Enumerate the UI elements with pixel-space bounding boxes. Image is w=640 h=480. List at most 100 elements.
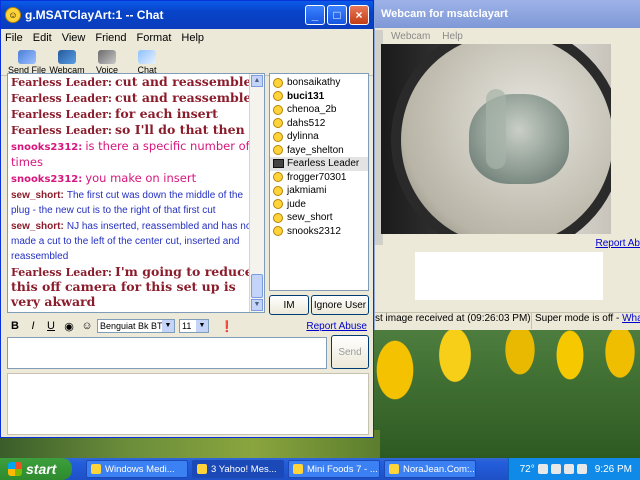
- italic-button[interactable]: I: [25, 320, 41, 332]
- super-mode-status: Super mode is off - What's th: [532, 313, 640, 329]
- chat-message: sew_short: NJ has inserted, reassembled …: [11, 219, 261, 264]
- chat-toolbar: Send File Webcam Voice Chat: [1, 47, 373, 76]
- message-nick[interactable]: Fearless Leader:: [11, 76, 112, 89]
- user-list-item[interactable]: jakmiami: [270, 184, 368, 198]
- smiley-icon: [273, 172, 283, 183]
- menu-help[interactable]: Help: [181, 32, 204, 44]
- menu-file[interactable]: File: [5, 32, 23, 44]
- task-windows-media[interactable]: Windows Medi...: [86, 460, 188, 478]
- menu-help[interactable]: Help: [442, 31, 463, 42]
- underline-button[interactable]: U: [43, 320, 59, 332]
- scroll-up-arrow[interactable]: ▲: [251, 75, 263, 87]
- size-select[interactable]: 11 ▼: [179, 319, 209, 333]
- message-nick[interactable]: snooks2312:: [11, 142, 82, 153]
- font-select[interactable]: Benguiat Bk BT ▼: [97, 319, 175, 333]
- start-button[interactable]: start: [0, 458, 72, 480]
- font-select-value: Benguiat Bk BT: [100, 321, 163, 331]
- color-palette-icon[interactable]: ◉: [61, 320, 77, 333]
- user-list-item[interactable]: dahs512: [270, 117, 368, 131]
- user-list-item[interactable]: Fearless Leader: [270, 157, 368, 171]
- im-button[interactable]: IM: [269, 295, 309, 315]
- chat-scrollbar[interactable]: ▲ ▼: [249, 74, 264, 312]
- webcam-button[interactable]: Webcam: [47, 50, 87, 75]
- webcam-titlebar[interactable]: Webcam for msatclayart: [375, 0, 640, 28]
- chat-button[interactable]: Chat: [127, 50, 167, 75]
- chat-titlebar[interactable]: ☺ g.MSATClayArt:1 -- Chat _ □ ×: [1, 1, 373, 29]
- weather-temp[interactable]: 72°: [520, 464, 535, 475]
- bold-button[interactable]: B: [7, 320, 23, 332]
- send-file-button[interactable]: Send File: [7, 50, 47, 75]
- message-nick[interactable]: sew_short:: [11, 221, 64, 232]
- tray-icon[interactable]: [537, 464, 548, 474]
- user-list-item[interactable]: jude: [270, 198, 368, 212]
- user-list[interactable]: bonsaikathy buci131 chenoa_2b dahs512 dylinn…: [269, 73, 369, 291]
- task-label: Windows Medi...: [105, 463, 175, 475]
- chat-menubar: File Edit View Friend Format Help: [1, 29, 373, 47]
- close-button[interactable]: ×: [349, 5, 369, 25]
- chat-transcript[interactable]: Fearless Leader: cut and reassemble Fearl…: [7, 73, 265, 313]
- scroll-down-arrow[interactable]: ▼: [251, 299, 263, 311]
- user-name: Fearless Leader: [287, 158, 360, 170]
- send-button[interactable]: Send: [331, 335, 369, 369]
- user-name: dahs512: [287, 117, 326, 129]
- task-yahoo-messenger[interactable]: 3 Yahoo! Mes...: [192, 460, 284, 478]
- tray-icon[interactable]: [563, 464, 574, 474]
- user-name: frogger70301: [287, 171, 347, 183]
- whats-this-link[interactable]: What's th: [622, 313, 640, 324]
- maximize-button[interactable]: □: [327, 5, 347, 25]
- user-name: buci131: [287, 90, 325, 102]
- chat-title: g.MSATClayArt:1 -- Chat: [25, 8, 164, 22]
- message-nick[interactable]: Fearless Leader:: [11, 108, 112, 121]
- user-list-item[interactable]: dylinna: [270, 130, 368, 144]
- system-tray: 72° 9:26 PM: [508, 458, 640, 480]
- media-player-icon: [91, 464, 101, 474]
- webcam-report-link[interactable]: Report Ab: [596, 238, 640, 249]
- user-list-item[interactable]: bonsaikathy: [270, 76, 368, 90]
- smiley-icon: [273, 212, 283, 223]
- chat-message: Fearless Leader: cut and reassemble: [11, 75, 261, 90]
- task-label: NoraJean.Com:...: [403, 463, 476, 475]
- emoticon-icon[interactable]: ☺: [79, 320, 95, 332]
- user-list-item[interactable]: chenoa_2b: [270, 103, 368, 117]
- smiley-icon: [273, 145, 283, 156]
- scroll-thumb[interactable]: [251, 274, 263, 298]
- tray-icon[interactable]: [550, 464, 561, 474]
- message-nick[interactable]: Fearless Leader:: [11, 266, 112, 279]
- message-nick[interactable]: Fearless Leader:: [11, 124, 112, 137]
- message-text: so I'll do that then: [115, 122, 245, 137]
- user-list-item[interactable]: faye_shelton: [270, 144, 368, 158]
- menu-friend[interactable]: Friend: [95, 32, 126, 44]
- start-label: start: [26, 461, 57, 477]
- size-select-value: 11: [182, 321, 192, 331]
- message-nick[interactable]: sew_short:: [11, 190, 64, 201]
- chevron-down-icon: ▼: [196, 320, 208, 332]
- menu-webcam[interactable]: Webcam: [391, 31, 430, 42]
- menu-format[interactable]: Format: [137, 32, 172, 44]
- clock[interactable]: 9:26 PM: [595, 464, 632, 475]
- tray-icon[interactable]: [576, 464, 587, 474]
- minimize-button[interactable]: _: [305, 5, 325, 25]
- chat-message: Fearless Leader: for each insert: [11, 107, 261, 122]
- message-list: Fearless Leader: cut and reassemble Fearl…: [8, 74, 264, 312]
- user-list-item[interactable]: snooks2312: [270, 225, 368, 239]
- taskbar: start Windows Medi... 3 Yahoo! Mes... Mi…: [0, 458, 640, 480]
- alert-icon[interactable]: ❗: [219, 320, 235, 333]
- webcam-icon: [58, 50, 76, 64]
- message-nick[interactable]: Fearless Leader:: [11, 92, 112, 105]
- smiley-icon: [273, 185, 283, 196]
- windows-logo-icon: [8, 462, 22, 476]
- message-input[interactable]: [7, 337, 327, 369]
- user-name: dylinna: [287, 131, 319, 143]
- menu-edit[interactable]: Edit: [33, 32, 52, 44]
- task-norajean[interactable]: NoraJean.Com:...: [384, 460, 476, 478]
- user-list-item[interactable]: buci131: [270, 90, 368, 104]
- task-mini-foods[interactable]: Mini Foods 7 - ...: [288, 460, 380, 478]
- voice-button[interactable]: Voice: [87, 50, 127, 75]
- user-list-item[interactable]: frogger70301: [270, 171, 368, 185]
- ignore-user-button[interactable]: Ignore User: [311, 295, 369, 315]
- user-list-item[interactable]: sew_short: [270, 211, 368, 225]
- message-nick[interactable]: snooks2312:: [11, 174, 82, 185]
- report-abuse-link[interactable]: Report Abuse: [306, 321, 367, 332]
- image-received-status: st image received at (09:26:03 PM): [375, 313, 532, 329]
- menu-view[interactable]: View: [62, 32, 86, 44]
